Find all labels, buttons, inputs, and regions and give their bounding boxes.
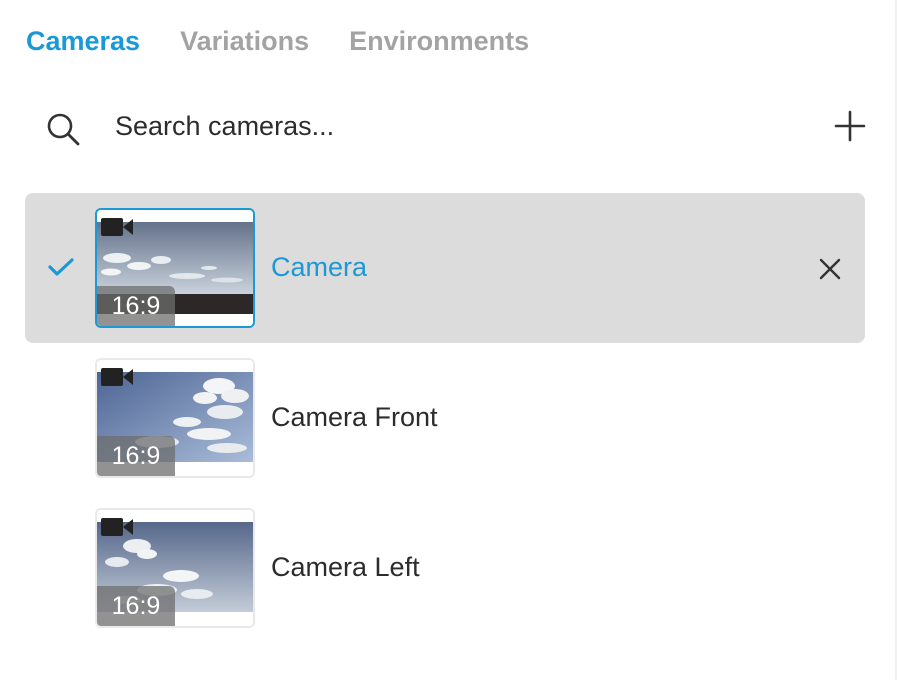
tab-cameras[interactable]: Cameras bbox=[26, 24, 140, 58]
camera-list: 16:9 Camera 16:9 Camera Front 16:9 Camer… bbox=[25, 193, 865, 643]
close-icon[interactable] bbox=[818, 257, 842, 281]
video-camera-icon bbox=[101, 518, 133, 536]
plus-icon[interactable] bbox=[832, 108, 868, 144]
camera-thumbnail: 16:9 bbox=[95, 358, 255, 478]
aspect-ratio-badge: 16:9 bbox=[97, 286, 175, 326]
search-icon bbox=[47, 113, 80, 146]
camera-name: Camera bbox=[271, 252, 368, 282]
tab-environments[interactable]: Environments bbox=[349, 24, 529, 58]
tab-variations[interactable]: Variations bbox=[180, 24, 309, 58]
check-icon bbox=[48, 258, 74, 276]
camera-thumbnail: 16:9 bbox=[95, 208, 255, 328]
camera-name: Camera Front bbox=[271, 402, 438, 432]
camera-name: Camera Left bbox=[271, 552, 420, 582]
video-camera-icon bbox=[101, 218, 133, 236]
search-bar bbox=[0, 100, 895, 154]
camera-list-item[interactable]: 16:9 Camera Left bbox=[25, 493, 865, 643]
video-camera-icon bbox=[101, 368, 133, 386]
camera-list-item[interactable]: 16:9 Camera Front bbox=[25, 343, 865, 493]
aspect-ratio-badge: 16:9 bbox=[97, 586, 175, 626]
tab-bar: Cameras Variations Environments bbox=[26, 24, 529, 58]
search-input[interactable] bbox=[115, 106, 715, 146]
camera-list-item[interactable]: 16:9 Camera bbox=[25, 193, 865, 343]
aspect-ratio-badge: 16:9 bbox=[97, 436, 175, 476]
camera-thumbnail: 16:9 bbox=[95, 508, 255, 628]
camera-panel: Cameras Variations Environments Search c… bbox=[0, 0, 897, 680]
